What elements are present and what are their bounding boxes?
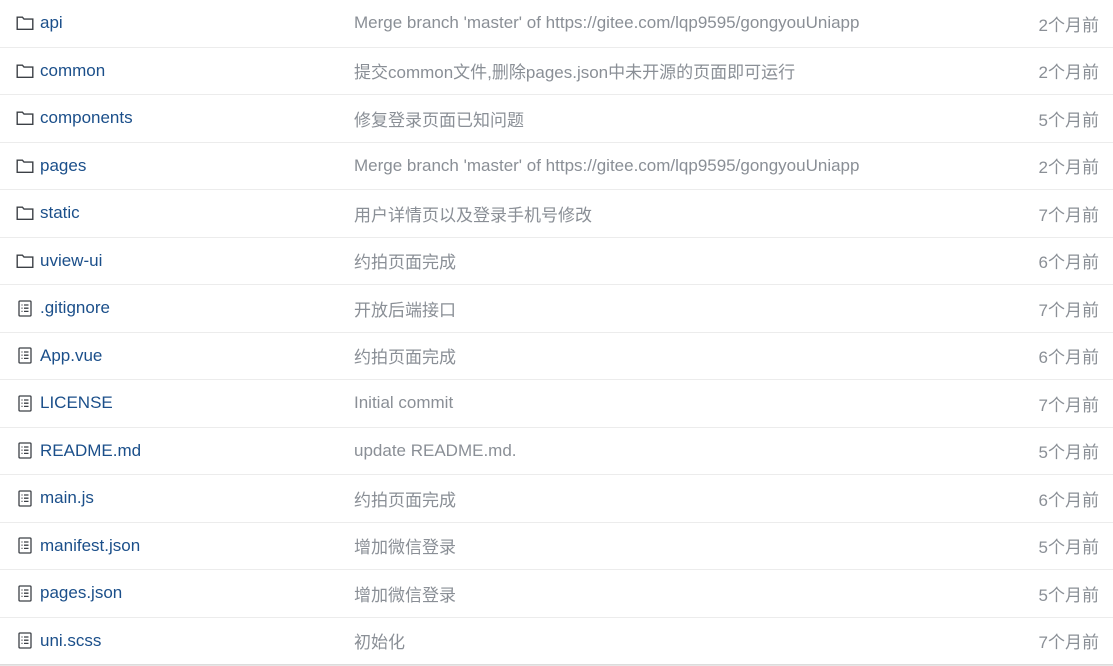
file-link-pages-json[interactable]: pages.json <box>40 583 122 603</box>
folder-link-components[interactable]: components <box>40 108 133 128</box>
table-row[interactable]: uview-ui 约拍页面完成 6个月前 <box>0 238 1113 285</box>
folder-link-common[interactable]: common <box>40 61 105 81</box>
commit-time: 7个月前 <box>1038 395 1099 415</box>
file-text-icon <box>16 537 34 555</box>
table-row[interactable]: components 修复登录页面已知问题 5个月前 <box>0 95 1113 143</box>
commit-time: 7个月前 <box>1038 205 1099 225</box>
file-name-cell[interactable]: manifest.json <box>16 523 140 570</box>
file-link-manifest-json[interactable]: manifest.json <box>40 536 140 556</box>
commit-time: 7个月前 <box>1038 633 1099 653</box>
file-name-cell[interactable]: uview-ui <box>16 238 102 285</box>
table-row[interactable]: .gitignore 开放后端接口 7个月前 <box>0 285 1113 333</box>
commit-time: 6个月前 <box>1038 253 1099 273</box>
file-link-readme[interactable]: README.md <box>40 441 141 461</box>
file-name-cell[interactable]: main.js <box>16 475 94 522</box>
commit-time: 2个月前 <box>1038 158 1099 178</box>
table-row[interactable]: common 提交common文件,删除pages.json中未开源的页面即可运… <box>0 48 1113 95</box>
commit-message[interactable]: Merge branch 'master' of https://gitee.c… <box>354 0 859 47</box>
table-row[interactable]: App.vue 约拍页面完成 6个月前 <box>0 333 1113 380</box>
commit-message[interactable]: 修复登录页面已知问题 <box>354 95 524 142</box>
commit-time: 2个月前 <box>1038 15 1099 35</box>
file-name-cell[interactable]: pages.json <box>16 570 122 617</box>
commit-message[interactable]: Initial commit <box>354 380 453 427</box>
table-row[interactable]: api Merge branch 'master' of https://git… <box>0 0 1113 48</box>
folder-icon <box>16 62 34 80</box>
commit-time: 5个月前 <box>1038 538 1099 558</box>
file-name-cell[interactable]: pages <box>16 143 86 190</box>
file-text-icon <box>16 299 34 317</box>
file-name-cell[interactable]: .gitignore <box>16 285 110 332</box>
commit-time: 6个月前 <box>1038 490 1099 510</box>
file-text-icon <box>16 442 34 460</box>
commit-time: 7个月前 <box>1038 300 1099 320</box>
file-link-app-vue[interactable]: App.vue <box>40 346 102 366</box>
file-link-license[interactable]: LICENSE <box>40 393 113 413</box>
file-name-cell[interactable]: common <box>16 48 105 95</box>
file-name-cell[interactable]: static <box>16 190 80 237</box>
file-text-icon <box>16 347 34 365</box>
commit-message[interactable]: 增加微信登录 <box>354 523 456 570</box>
commit-time: 5个月前 <box>1038 110 1099 130</box>
folder-icon <box>16 14 34 32</box>
folder-link-api[interactable]: api <box>40 13 63 33</box>
commit-message[interactable]: 约拍页面完成 <box>354 475 456 522</box>
table-row[interactable]: manifest.json 增加微信登录 5个月前 <box>0 523 1113 570</box>
file-name-cell[interactable]: LICENSE <box>16 380 113 427</box>
folder-icon <box>16 109 34 127</box>
folder-link-uview-ui[interactable]: uview-ui <box>40 251 102 271</box>
folder-icon <box>16 204 34 222</box>
commit-message[interactable]: 开放后端接口 <box>354 285 456 332</box>
table-row[interactable]: pages Merge branch 'master' of https://g… <box>0 143 1113 190</box>
file-name-cell[interactable]: components <box>16 95 133 142</box>
file-name-cell[interactable]: README.md <box>16 428 141 475</box>
file-link-gitignore[interactable]: .gitignore <box>40 298 110 318</box>
file-name-cell[interactable]: uni.scss <box>16 618 101 665</box>
table-row[interactable]: uni.scss 初始化 7个月前 <box>0 618 1113 665</box>
commit-time: 2个月前 <box>1038 63 1099 83</box>
folder-link-pages[interactable]: pages <box>40 156 86 176</box>
commit-message[interactable]: 初始化 <box>354 618 405 665</box>
folder-icon <box>16 252 34 270</box>
table-row[interactable]: LICENSE Initial commit 7个月前 <box>0 380 1113 428</box>
folder-icon <box>16 157 34 175</box>
commit-message[interactable]: 约拍页面完成 <box>354 333 456 380</box>
file-link-uni-scss[interactable]: uni.scss <box>40 631 101 651</box>
commit-time: 5个月前 <box>1038 585 1099 605</box>
table-row[interactable]: pages.json 增加微信登录 5个月前 <box>0 570 1113 618</box>
commit-time: 5个月前 <box>1038 443 1099 463</box>
table-row[interactable]: main.js 约拍页面完成 6个月前 <box>0 475 1113 523</box>
commit-message[interactable]: 提交common文件,删除pages.json中未开源的页面即可运行 <box>354 48 795 95</box>
file-name-cell[interactable]: api <box>16 0 63 47</box>
folder-link-static[interactable]: static <box>40 203 80 223</box>
commit-message[interactable]: 增加微信登录 <box>354 570 456 617</box>
table-row[interactable]: README.md update README.md. 5个月前 <box>0 428 1113 475</box>
file-text-icon <box>16 489 34 507</box>
commit-message[interactable]: 用户详情页以及登录手机号修改 <box>354 190 592 237</box>
commit-message[interactable]: 约拍页面完成 <box>354 238 456 285</box>
file-text-icon <box>16 632 34 650</box>
file-name-cell[interactable]: App.vue <box>16 333 102 380</box>
file-text-icon <box>16 584 34 602</box>
file-link-main-js[interactable]: main.js <box>40 488 94 508</box>
file-text-icon <box>16 394 34 412</box>
commit-message[interactable]: Merge branch 'master' of https://gitee.c… <box>354 143 859 190</box>
file-list: api Merge branch 'master' of https://git… <box>0 0 1113 666</box>
commit-time: 6个月前 <box>1038 348 1099 368</box>
commit-message[interactable]: update README.md. <box>354 428 517 475</box>
table-row[interactable]: static 用户详情页以及登录手机号修改 7个月前 <box>0 190 1113 238</box>
